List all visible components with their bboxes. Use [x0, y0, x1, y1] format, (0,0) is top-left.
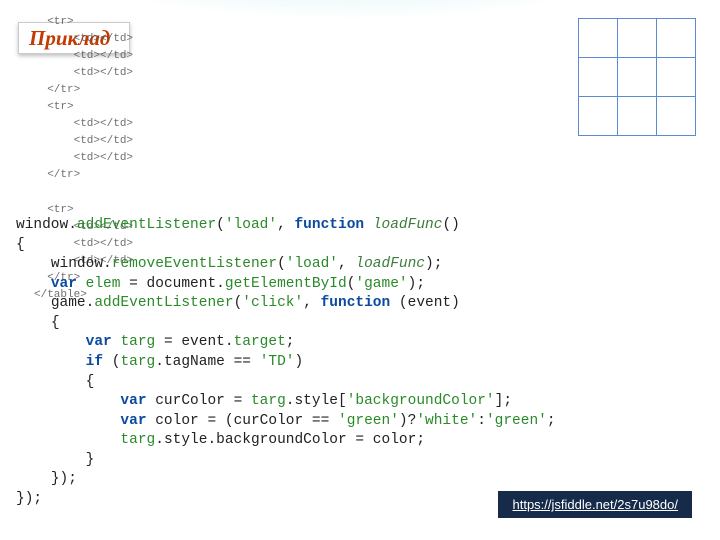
tok: ( — [225, 413, 234, 429]
tok: ; — [434, 256, 443, 272]
tok: , — [338, 256, 347, 272]
grid-cell — [657, 97, 696, 136]
tok: ; — [416, 432, 425, 448]
jsfiddle-link[interactable]: https://jsfiddle.net/2s7u98do/ — [498, 491, 692, 518]
tok: ; — [547, 413, 556, 429]
tok: [ — [338, 393, 347, 409]
tok: loadFunc — [373, 217, 443, 233]
tok: = — [355, 432, 364, 448]
tok: 'backgroundColor' — [347, 393, 495, 409]
tok: targ — [120, 334, 155, 350]
tok: { — [51, 315, 60, 331]
tok: = — [129, 276, 138, 292]
tok: 'game' — [355, 276, 407, 292]
tok: 'white' — [416, 413, 477, 429]
tok: ; — [286, 334, 295, 350]
tok: . — [155, 354, 164, 370]
tok: targ — [120, 432, 155, 448]
tok: getElementById — [225, 276, 347, 292]
tok: = — [164, 334, 173, 350]
grid-cell — [618, 97, 657, 136]
tok: . — [225, 334, 234, 350]
tok: ( — [399, 295, 408, 311]
grid-cell — [579, 19, 618, 58]
tok: color — [155, 413, 199, 429]
tok: event — [408, 295, 452, 311]
grid-cell — [657, 58, 696, 97]
tok: { — [16, 237, 25, 253]
tok: 'green' — [338, 413, 399, 429]
grid-demo-table — [578, 18, 696, 136]
tok: addEventListener — [94, 295, 233, 311]
tok: == — [234, 354, 251, 370]
tok: curColor — [155, 393, 225, 409]
tok: 'load' — [225, 217, 277, 233]
tok: , — [277, 217, 286, 233]
tok: game — [51, 295, 86, 311]
tok: backgroundColor — [216, 432, 347, 448]
grid-cell — [618, 19, 657, 58]
tok: document — [147, 276, 217, 292]
tok: ) — [425, 256, 434, 272]
grid-row — [579, 19, 696, 58]
tok: elem — [86, 276, 121, 292]
tok: target — [234, 334, 286, 350]
tok: ) — [295, 354, 304, 370]
tok: 'TD' — [260, 354, 295, 370]
tok: 'load' — [286, 256, 338, 272]
tok: { — [86, 374, 95, 390]
tok: style — [164, 432, 208, 448]
tok: () — [442, 217, 459, 233]
tok: tagName — [164, 354, 225, 370]
tok: = — [234, 393, 243, 409]
tok: ; — [503, 393, 512, 409]
tok: window — [16, 217, 68, 233]
grid-cell — [657, 19, 696, 58]
tok: removeEventListener — [112, 256, 277, 272]
tok: ( — [216, 217, 225, 233]
tok: ( — [234, 295, 243, 311]
tok: var — [120, 393, 146, 409]
tok: ; — [416, 276, 425, 292]
tok: var — [86, 334, 112, 350]
tok: color — [373, 432, 417, 448]
tok: : — [477, 413, 486, 429]
tok: == — [312, 413, 329, 429]
tok: loadFunc — [355, 256, 425, 272]
tok: 'click' — [242, 295, 303, 311]
tok: . — [103, 256, 112, 272]
link-text: https://jsfiddle.net/2s7u98do/ — [512, 497, 678, 512]
tok: window — [51, 256, 103, 272]
tok: ) — [451, 295, 460, 311]
grid-row — [579, 97, 696, 136]
tok: function — [321, 295, 391, 311]
tok: , — [303, 295, 312, 311]
tok: event — [181, 334, 225, 350]
tok: style — [294, 393, 338, 409]
tok: } — [86, 452, 95, 468]
tok: ) — [399, 413, 408, 429]
tok: targ — [251, 393, 286, 409]
grid-cell — [579, 97, 618, 136]
grid-row — [579, 58, 696, 97]
tok: targ — [120, 354, 155, 370]
tok: 'green' — [486, 413, 547, 429]
tok: ( — [277, 256, 286, 272]
tok: . — [155, 432, 164, 448]
tok: . — [68, 217, 77, 233]
tok: function — [294, 217, 364, 233]
tok: }); — [16, 491, 42, 507]
js-code-block: window.addEventListener('load', function… — [16, 216, 556, 509]
tok: if — [86, 354, 103, 370]
tok: var — [51, 276, 77, 292]
tok: curColor — [234, 413, 304, 429]
grid-cell — [579, 58, 618, 97]
tok: = — [207, 413, 216, 429]
grid-cell — [618, 58, 657, 97]
tok: }); — [51, 471, 77, 487]
tok: . — [207, 432, 216, 448]
tok: var — [120, 413, 146, 429]
tok: addEventListener — [77, 217, 216, 233]
tok: . — [216, 276, 225, 292]
